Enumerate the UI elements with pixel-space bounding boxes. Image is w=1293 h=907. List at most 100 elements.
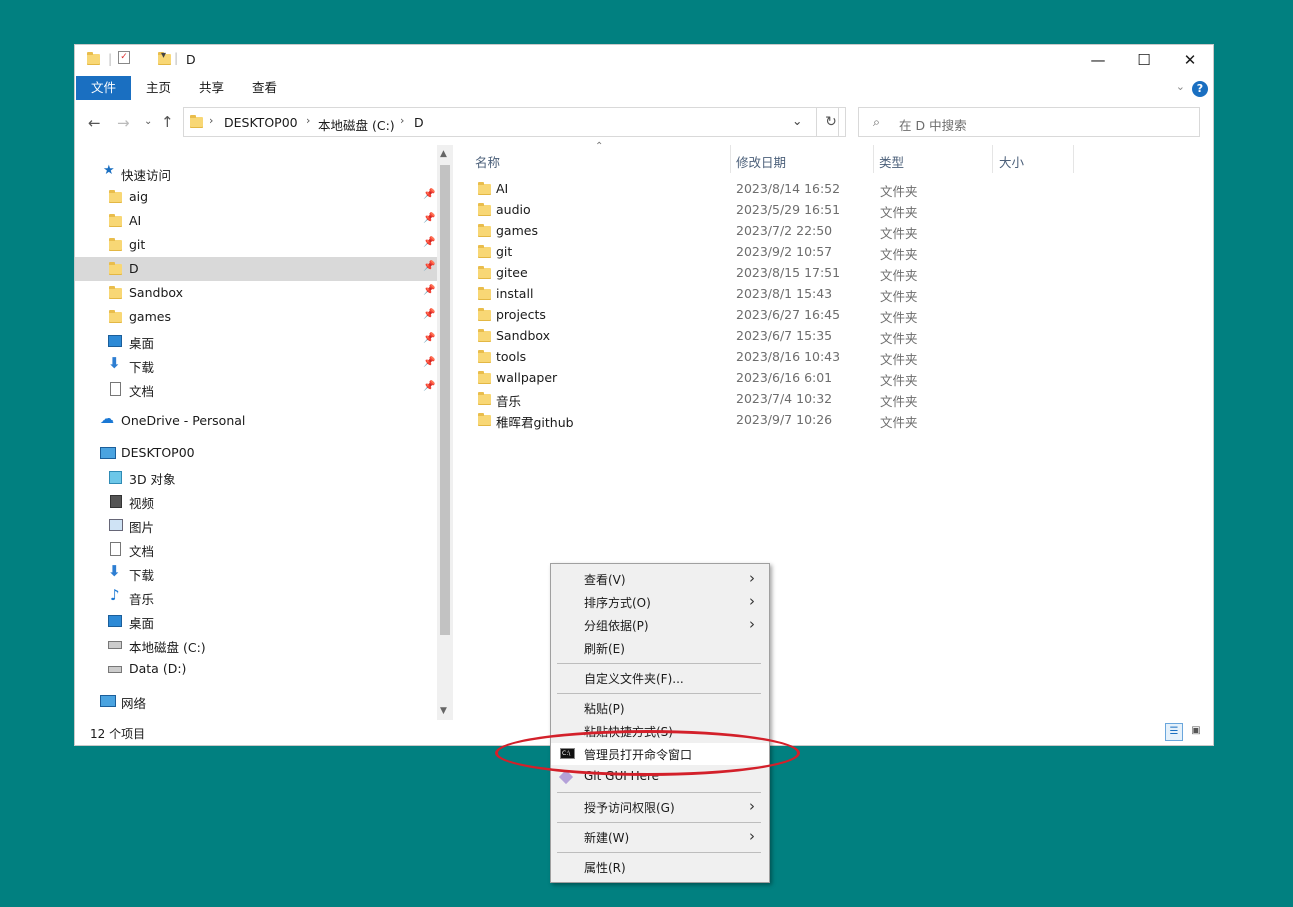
maximize-button[interactable]: ☐ xyxy=(1121,45,1167,75)
tab-share[interactable]: 共享 xyxy=(199,76,224,100)
column-divider[interactable] xyxy=(873,145,874,173)
menu-item-new[interactable]: 新建(W) › xyxy=(551,826,769,848)
chevron-right-icon: › xyxy=(749,615,755,633)
up-arrow-icon[interactable]: ↑ xyxy=(161,113,174,131)
menu-item-refresh[interactable]: 刷新(E) xyxy=(551,637,769,659)
table-row[interactable]: wallpaper 2023/6/16 6:01 文件夹 xyxy=(475,368,1175,389)
refresh-button[interactable]: ↻ xyxy=(816,107,846,137)
menu-item-paste[interactable]: 粘贴(P) xyxy=(551,697,769,719)
table-row[interactable]: 稚晖君github 2023/9/7 10:26 文件夹 xyxy=(475,410,1175,431)
search-input[interactable]: ⌕ 在 D 中搜索 xyxy=(858,107,1200,137)
column-divider[interactable] xyxy=(730,145,731,173)
column-type[interactable]: 类型 xyxy=(879,152,904,171)
tab-file[interactable]: 文件 xyxy=(76,76,131,100)
sidebar-item-git[interactable]: git 📌 xyxy=(75,233,437,257)
scrollbar-thumb[interactable] xyxy=(440,165,450,635)
sidebar-item-sandbox[interactable]: Sandbox 📌 xyxy=(75,281,437,305)
close-button[interactable]: ✕ xyxy=(1167,45,1213,75)
sidebar-item-label: 下载 xyxy=(129,360,155,375)
table-row[interactable]: Sandbox 2023/6/7 15:35 文件夹 xyxy=(475,326,1175,347)
forward-arrow-icon[interactable]: → xyxy=(117,114,130,132)
address-bar[interactable]: › DESKTOP00 › 本地磁盘 (C:) › D ⌄ xyxy=(183,107,839,137)
sidebar-item-quick-access[interactable]: ★ 快速访问 xyxy=(75,161,437,185)
sidebar-item-music[interactable]: ♪ 音乐 xyxy=(75,585,437,609)
chevron-right-icon[interactable]: › xyxy=(209,114,213,127)
pin-icon[interactable]: 📌 xyxy=(423,237,435,248)
table-row[interactable]: git 2023/9/2 10:57 文件夹 xyxy=(475,242,1175,263)
quick-access-dropdown-icon[interactable]: ▾ xyxy=(161,50,166,61)
sidebar-item-label: AI xyxy=(129,213,142,228)
sidebar-item-label: 3D 对象 xyxy=(129,472,176,487)
sidebar-item-ai[interactable]: AI 📌 xyxy=(75,209,437,233)
pin-icon[interactable]: 📌 xyxy=(423,213,435,224)
file-type: 文件夹 xyxy=(880,184,918,199)
back-arrow-icon[interactable]: ← xyxy=(88,114,101,132)
menu-item-view[interactable]: 查看(V) › xyxy=(551,568,769,590)
menu-item-properties[interactable]: 属性(R) xyxy=(551,856,769,878)
pin-icon[interactable]: 📌 xyxy=(423,357,435,368)
pin-icon[interactable]: 📌 xyxy=(423,189,435,200)
menu-item-group-by[interactable]: 分组依据(P) › xyxy=(551,614,769,636)
tab-home[interactable]: 主页 xyxy=(146,76,171,100)
sidebar-item-videos[interactable]: 视频 xyxy=(75,489,437,513)
table-row[interactable]: audio 2023/5/29 16:51 文件夹 xyxy=(475,200,1175,221)
sidebar-item-network[interactable]: 网络 xyxy=(75,689,437,713)
details-view-icon[interactable]: ☰ xyxy=(1165,723,1183,741)
column-divider[interactable] xyxy=(1073,145,1074,173)
column-date[interactable]: 修改日期 xyxy=(736,152,786,171)
pin-icon[interactable]: 📌 xyxy=(423,381,435,392)
sidebar-item-pc-documents[interactable]: 文档 xyxy=(75,537,437,561)
pin-icon[interactable]: 📌 xyxy=(423,261,435,272)
chevron-right-icon[interactable]: › xyxy=(400,114,404,127)
table-row[interactable]: AI 2023/8/14 16:52 文件夹 xyxy=(475,179,1175,200)
sidebar-item-documents[interactable]: 文档 📌 xyxy=(75,377,437,401)
pin-icon[interactable]: 📌 xyxy=(423,309,435,320)
table-row[interactable]: projects 2023/6/27 16:45 文件夹 xyxy=(475,305,1175,326)
menu-item-git-gui[interactable]: Git GUI Here xyxy=(551,766,769,788)
large-icons-view-icon[interactable]: ▣ xyxy=(1187,723,1205,741)
column-size[interactable]: 大小 xyxy=(999,152,1024,171)
sidebar-item-3d-objects[interactable]: 3D 对象 xyxy=(75,465,437,489)
sidebar-item-label: 下载 xyxy=(129,568,155,583)
recent-locations-icon[interactable]: ⌄ xyxy=(144,116,152,127)
table-row[interactable]: install 2023/8/1 15:43 文件夹 xyxy=(475,284,1175,305)
sidebar-item-d[interactable]: D 📌 xyxy=(75,257,437,281)
table-row[interactable]: games 2023/7/2 22:50 文件夹 xyxy=(475,221,1175,242)
menu-item-customize-folder[interactable]: 自定义文件夹(F)... xyxy=(551,667,769,689)
breadcrumb-folder[interactable]: D xyxy=(414,115,424,130)
column-name[interactable]: 名称 xyxy=(475,152,500,171)
table-row[interactable]: 音乐 2023/7/4 10:32 文件夹 xyxy=(475,389,1175,410)
menu-item-sort-by[interactable]: 排序方式(O) › xyxy=(551,591,769,613)
scroll-down-icon[interactable]: ▼ xyxy=(440,706,447,716)
tab-view[interactable]: 查看 xyxy=(252,76,277,100)
breadcrumb-pc[interactable]: DESKTOP00 xyxy=(224,115,298,130)
sidebar-item-pc-downloads[interactable]: ⬇ 下载 xyxy=(75,561,437,585)
properties-icon[interactable]: ✓ xyxy=(118,51,130,64)
sidebar-item-downloads[interactable]: ⬇ 下载 📌 xyxy=(75,353,437,377)
table-row[interactable]: tools 2023/8/16 10:43 文件夹 xyxy=(475,347,1175,368)
sidebar-item-drive-c[interactable]: 本地磁盘 (C:) xyxy=(75,633,437,657)
scroll-up-icon[interactable]: ▲ xyxy=(440,149,447,159)
menu-item-admin-cmd[interactable]: C:\ 管理员打开命令窗口 xyxy=(551,743,769,765)
expand-ribbon-icon[interactable]: ⌄ xyxy=(1176,80,1185,93)
sidebar-item-games[interactable]: games 📌 xyxy=(75,305,437,329)
column-divider[interactable] xyxy=(992,145,993,173)
sidebar-item-pc-desktop[interactable]: 桌面 xyxy=(75,609,437,633)
pin-icon[interactable]: 📌 xyxy=(423,333,435,344)
sidebar-item-drive-d[interactable]: Data (D:) xyxy=(75,657,437,681)
sidebar-item-aig[interactable]: aig 📌 xyxy=(75,185,437,209)
menu-item-paste-shortcut[interactable]: 粘贴快捷方式(S) xyxy=(551,720,769,742)
sidebar-item-this-pc[interactable]: DESKTOP00 xyxy=(75,441,437,465)
sidebar-item-desktop[interactable]: 桌面 📌 xyxy=(75,329,437,353)
chevron-right-icon[interactable]: › xyxy=(306,114,310,127)
sidebar-item-onedrive[interactable]: ☁ OneDrive - Personal xyxy=(75,409,437,433)
nav-scrollbar[interactable]: ▲ ▼ xyxy=(437,145,453,720)
pin-icon[interactable]: 📌 xyxy=(423,285,435,296)
sidebar-item-pictures[interactable]: 图片 xyxy=(75,513,437,537)
breadcrumb-drive[interactable]: 本地磁盘 (C:) xyxy=(318,115,395,134)
help-icon[interactable]: ? xyxy=(1192,81,1208,97)
menu-item-give-access[interactable]: 授予访问权限(G) › xyxy=(551,796,769,818)
minimize-button[interactable]: — xyxy=(1075,45,1121,75)
address-dropdown-icon[interactable]: ⌄ xyxy=(792,113,802,128)
table-row[interactable]: gitee 2023/8/15 17:51 文件夹 xyxy=(475,263,1175,284)
